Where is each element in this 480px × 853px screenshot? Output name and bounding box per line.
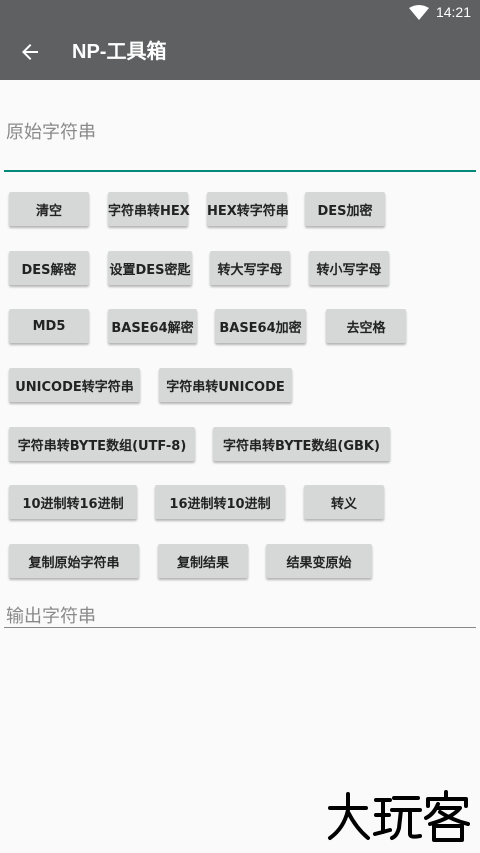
arrow-left-icon[interactable]: [18, 40, 42, 64]
input-label: 原始字符串: [6, 122, 96, 143]
output-label: 输出字符串: [6, 606, 96, 627]
output-string-field[interactable]: [4, 627, 476, 628]
original-string-input[interactable]: [4, 170, 476, 172]
des-encrypt-button[interactable]: DES加密: [305, 192, 385, 226]
base64-decode-button[interactable]: BASE64解密: [108, 309, 197, 343]
to-lowercase-button[interactable]: 转小写字母: [309, 251, 389, 285]
string-to-bytes-gbk-button[interactable]: 字符串转BYTE数组(GBK): [213, 427, 390, 461]
hex-to-decimal-button[interactable]: 16进制转10进制: [155, 485, 285, 519]
set-des-key-button[interactable]: 设置DES密匙: [108, 251, 192, 285]
app-bar: NP-工具箱: [0, 24, 480, 80]
string-to-bytes-utf8-button[interactable]: 字符串转BYTE数组(UTF-8): [9, 427, 195, 461]
result-to-original-button[interactable]: 结果变原始: [266, 544, 372, 578]
copy-result-button[interactable]: 复制结果: [158, 544, 248, 578]
to-uppercase-button[interactable]: 转大写字母: [210, 251, 290, 285]
page-title: NP-工具箱: [72, 41, 167, 63]
status-time: 14:21: [435, 4, 471, 20]
escape-button[interactable]: 转义: [304, 485, 384, 519]
des-decrypt-button[interactable]: DES解密: [9, 251, 89, 285]
base64-encode-button[interactable]: BASE64加密: [215, 309, 306, 343]
hex-to-string-button[interactable]: HEX转字符串: [207, 192, 289, 226]
string-to-unicode-button[interactable]: 字符串转UNICODE: [159, 368, 292, 402]
remove-spaces-button[interactable]: 去空格: [326, 309, 406, 343]
md5-button[interactable]: MD5: [9, 309, 89, 343]
unicode-to-string-button[interactable]: UNICODE转字符串: [9, 368, 140, 402]
copy-original-button[interactable]: 复制原始字符串: [9, 544, 139, 578]
decimal-to-hex-button[interactable]: 10进制转16进制: [9, 485, 137, 519]
wifi-icon: [409, 5, 429, 20]
watermark-logo: [328, 790, 470, 842]
status-bar: 14:21: [0, 0, 480, 24]
clear-button[interactable]: 清空: [9, 192, 89, 226]
string-to-hex-button[interactable]: 字符串转HEX: [108, 192, 190, 226]
